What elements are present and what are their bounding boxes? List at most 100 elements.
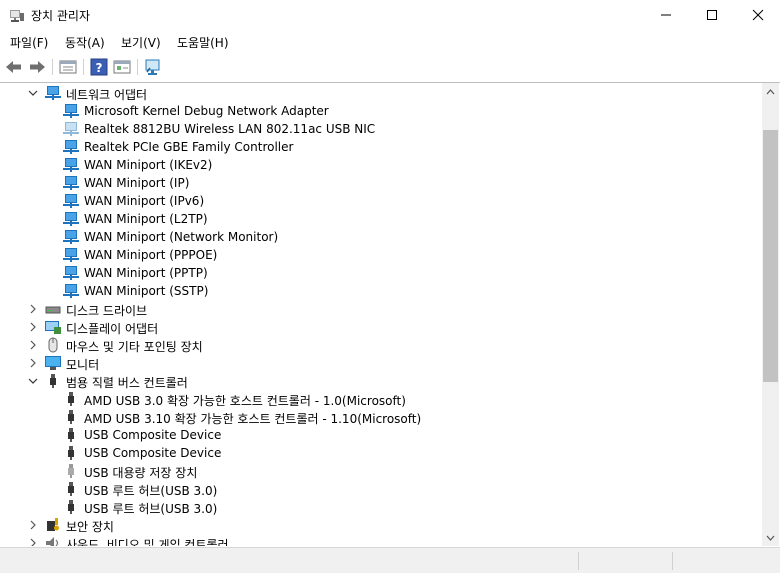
tree-category-mice[interactable]: 마우스 및 기타 포인팅 장치 bbox=[0, 336, 760, 354]
minimize-icon bbox=[661, 14, 671, 16]
device-label: AMD USB 3.0 확장 가능한 호스트 컨트롤러 - 1.0(Micros… bbox=[84, 394, 406, 408]
tree-category-label: 디스플레이 어댑터 bbox=[66, 322, 159, 336]
scroll-down-button[interactable] bbox=[762, 529, 779, 546]
mouse-icon bbox=[48, 337, 58, 353]
menu-help[interactable]: 도움말(H) bbox=[177, 34, 229, 51]
network-adapter-icon bbox=[63, 104, 79, 118]
tree-device-item[interactable]: Realtek 8812BU Wireless LAN 802.11ac USB… bbox=[0, 120, 760, 138]
monitor-icon bbox=[45, 356, 61, 370]
device-label: WAN Miniport (IP) bbox=[84, 176, 190, 190]
tree-device-item[interactable]: WAN Miniport (PPTP) bbox=[0, 264, 760, 282]
usb-device-icon bbox=[68, 392, 74, 406]
tree-category-label: 디스크 드라이브 bbox=[66, 304, 148, 318]
network-adapter-icon bbox=[63, 248, 79, 262]
close-button[interactable] bbox=[735, 0, 780, 30]
device-manager-app-icon bbox=[10, 10, 24, 22]
device-label: WAN Miniport (Network Monitor) bbox=[84, 230, 279, 244]
collapsed-chevron-icon[interactable] bbox=[27, 338, 39, 352]
show-hidden-icon bbox=[113, 60, 131, 74]
tree-category-security-devices[interactable]: 보안 장치 bbox=[0, 516, 760, 534]
tree-category-label: 사운드, 비디오 및 게임 컨트롤러 bbox=[66, 538, 229, 546]
network-adapter-icon bbox=[63, 176, 79, 190]
tree-device-item[interactable]: WAN Miniport (IP) bbox=[0, 174, 760, 192]
usb-device-icon bbox=[68, 500, 74, 514]
title-bar: 장치 관리자 bbox=[0, 0, 780, 30]
help-button[interactable]: ? bbox=[89, 57, 109, 77]
device-label: USB Composite Device bbox=[84, 446, 222, 460]
back-button[interactable] bbox=[4, 57, 24, 77]
tree-category-display-adapters[interactable]: 디스플레이 어댑터 bbox=[0, 318, 760, 336]
usb-device-icon bbox=[68, 482, 74, 496]
toolbar-separator bbox=[52, 59, 53, 75]
help-icon: ? bbox=[90, 58, 108, 76]
forward-button[interactable] bbox=[27, 57, 47, 77]
device-label: WAN Miniport (PPPOE) bbox=[84, 248, 218, 262]
minimize-button[interactable] bbox=[643, 0, 689, 30]
menu-view[interactable]: 보기(V) bbox=[121, 34, 161, 51]
network-adapter-icon bbox=[63, 230, 79, 244]
collapsed-chevron-icon[interactable] bbox=[27, 320, 39, 334]
tree-device-item[interactable]: USB 루트 허브(USB 3.0) bbox=[0, 480, 760, 498]
tree-category-label: 범용 직렬 버스 컨트롤러 bbox=[66, 376, 188, 390]
tree-category-network-adapters[interactable]: 네트워크 어댑터 bbox=[0, 84, 760, 102]
properties-icon bbox=[59, 60, 77, 74]
scan-hardware-button[interactable] bbox=[143, 57, 163, 77]
network-adapter-icon bbox=[63, 194, 79, 208]
tree-device-item[interactable]: WAN Miniport (Network Monitor) bbox=[0, 228, 760, 246]
tree-device-item[interactable]: Realtek PCIe GBE Family Controller bbox=[0, 138, 760, 156]
usb-controller-icon bbox=[50, 374, 56, 388]
forward-icon bbox=[30, 61, 45, 73]
expanded-chevron-icon[interactable] bbox=[27, 86, 39, 100]
usb-device-icon bbox=[68, 410, 74, 424]
tree-category-label: 보안 장치 bbox=[66, 520, 114, 534]
maximize-icon bbox=[707, 10, 717, 20]
vertical-scrollbar[interactable] bbox=[762, 83, 779, 546]
tree-device-item[interactable]: WAN Miniport (IPv6) bbox=[0, 192, 760, 210]
network-adapter-icon bbox=[63, 122, 79, 136]
menu-file[interactable]: 파일(F) bbox=[10, 34, 48, 51]
tree-device-item[interactable]: USB 대용량 저장 장치 bbox=[0, 462, 760, 480]
collapsed-chevron-icon[interactable] bbox=[27, 302, 39, 316]
tree-device-item[interactable]: AMD USB 3.0 확장 가능한 호스트 컨트롤러 - 1.0(Micros… bbox=[0, 390, 760, 408]
collapsed-chevron-icon[interactable] bbox=[27, 518, 39, 532]
tree-category-disk-drives[interactable]: 디스크 드라이브 bbox=[0, 300, 760, 318]
expanded-chevron-icon[interactable] bbox=[27, 374, 39, 388]
menu-action[interactable]: 동작(A) bbox=[65, 34, 105, 51]
show-hidden-button[interactable] bbox=[112, 57, 132, 77]
tree-device-item[interactable]: USB Composite Device bbox=[0, 444, 760, 462]
tree-category-sound-video-game[interactable]: 사운드, 비디오 및 게임 컨트롤러 bbox=[0, 534, 760, 546]
collapsed-chevron-icon[interactable] bbox=[27, 356, 39, 370]
tree-device-item[interactable]: USB Composite Device bbox=[0, 426, 760, 444]
speaker-icon bbox=[46, 537, 59, 546]
chevron-up-icon bbox=[766, 88, 775, 94]
window-title: 장치 관리자 bbox=[31, 9, 91, 23]
device-label: Microsoft Kernel Debug Network Adapter bbox=[84, 104, 329, 118]
tree-device-item[interactable]: AMD USB 3.10 확장 가능한 호스트 컨트롤러 - 1.10(Micr… bbox=[0, 408, 760, 426]
network-adapter-icon bbox=[63, 284, 79, 298]
tree-device-item[interactable]: Microsoft Kernel Debug Network Adapter bbox=[0, 102, 760, 120]
device-label: WAN Miniport (L2TP) bbox=[84, 212, 208, 226]
tree-device-item[interactable]: WAN Miniport (SSTP) bbox=[0, 282, 760, 300]
tree-category-label: 마우스 및 기타 포인팅 장치 bbox=[66, 340, 203, 354]
tree-device-item[interactable]: USB 루트 허브(USB 3.0) bbox=[0, 498, 760, 516]
network-adapter-icon bbox=[63, 212, 79, 226]
scroll-thumb[interactable] bbox=[763, 130, 778, 382]
network-adapter-icon bbox=[63, 266, 79, 280]
status-divider bbox=[578, 552, 579, 570]
collapsed-chevron-icon[interactable] bbox=[27, 536, 39, 546]
tree-device-item[interactable]: WAN Miniport (L2TP) bbox=[0, 210, 760, 228]
tree-device-item[interactable]: WAN Miniport (IKEv2) bbox=[0, 156, 760, 174]
device-label: WAN Miniport (IKEv2) bbox=[84, 158, 213, 172]
tree-category-usb-controllers[interactable]: 범용 직렬 버스 컨트롤러 bbox=[0, 372, 760, 390]
usb-device-icon bbox=[68, 428, 74, 442]
device-label: WAN Miniport (PPTP) bbox=[84, 266, 208, 280]
tree-category-monitors[interactable]: 모니터 bbox=[0, 354, 760, 372]
maximize-button[interactable] bbox=[689, 0, 735, 30]
scroll-up-button[interactable] bbox=[762, 83, 779, 100]
usb-device-icon bbox=[68, 464, 74, 478]
disk-drive-icon bbox=[45, 306, 61, 314]
properties-button[interactable] bbox=[58, 57, 78, 77]
tree-category-label: 모니터 bbox=[66, 358, 100, 372]
tree-device-item[interactable]: WAN Miniport (PPPOE) bbox=[0, 246, 760, 264]
device-label: WAN Miniport (IPv6) bbox=[84, 194, 205, 208]
